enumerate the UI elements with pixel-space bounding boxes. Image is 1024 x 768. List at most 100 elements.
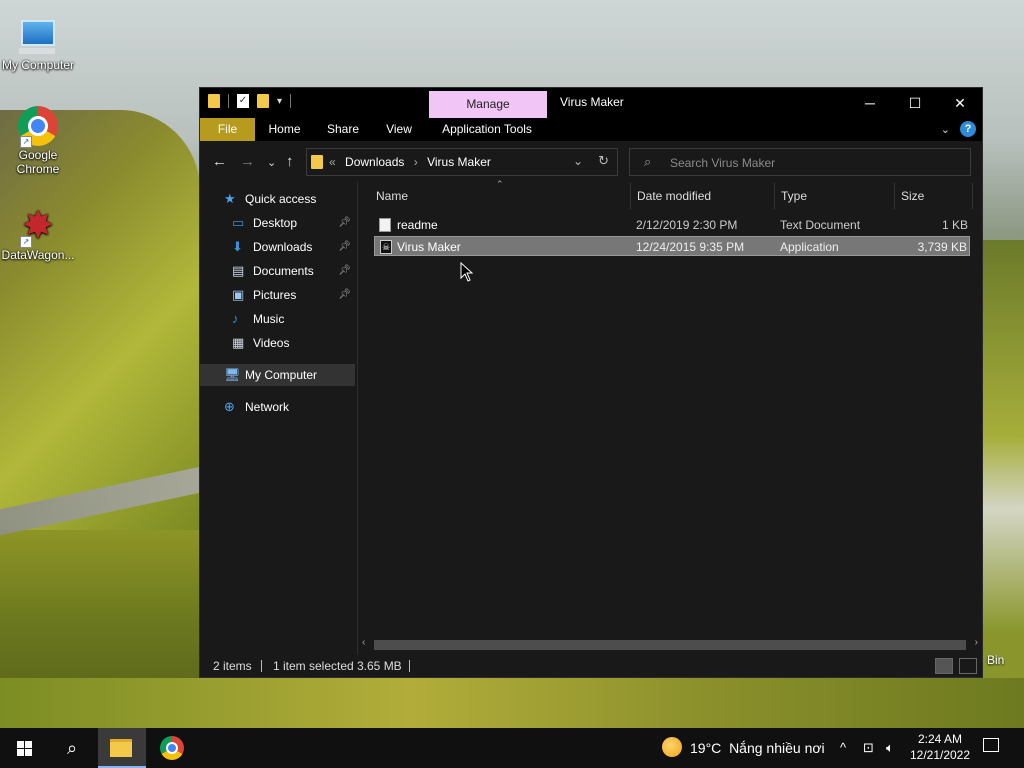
weather-desc: Nắng nhiều nơi: [729, 740, 825, 756]
sidebar-item-desktop[interactable]: ▭ Desktop 📌︎: [200, 212, 355, 234]
desktop-icon-chrome[interactable]: ↗ Google Chrome: [0, 106, 76, 176]
column-divider[interactable]: [774, 183, 775, 209]
column-header-type[interactable]: Type: [781, 187, 807, 205]
sidebar-item-documents[interactable]: ▤ Documents 📌︎: [200, 260, 355, 282]
address-bar[interactable]: « Downloads › Virus Maker ⌄ ↻: [306, 148, 618, 176]
taskbar-chrome[interactable]: [148, 728, 196, 768]
clock-date: 12/21/2022: [909, 748, 971, 762]
divider: [228, 94, 229, 108]
sidebar-item-music[interactable]: ♪ Music: [200, 308, 355, 330]
network-tray-icon[interactable]: ⊡: [863, 728, 874, 768]
search-button[interactable]: ⌕: [48, 728, 96, 768]
desktop-icon-label: My Computer: [1, 58, 75, 72]
search-icon: ⌕: [66, 738, 78, 758]
tab-file[interactable]: File: [200, 118, 255, 141]
breadcrumb-overflow[interactable]: «: [329, 155, 336, 169]
column-divider[interactable]: [894, 183, 895, 209]
sidebar-item-downloads[interactable]: ⬇ Downloads 📌︎: [200, 236, 355, 258]
sidebar-item-pictures[interactable]: ▣ Pictures 📌︎: [200, 284, 355, 306]
sidebar-item-quick-access[interactable]: ★ Quick access: [200, 188, 355, 210]
large-icons-view-button[interactable]: [959, 658, 977, 674]
file-size: 3,739 KB: [917, 240, 967, 254]
chevron-down-icon[interactable]: ⌄: [573, 154, 583, 168]
volume-icon[interactable]: 🔈︎: [886, 728, 894, 768]
notifications-icon[interactable]: [983, 738, 999, 752]
divider: [409, 660, 410, 672]
sidebar-item-my-computer[interactable]: 🖥︎ My Computer: [200, 364, 355, 386]
pin-icon: 📌︎: [338, 289, 351, 300]
desktop-icon-my-computer[interactable]: My Computer: [0, 10, 76, 72]
details-view-button[interactable]: [935, 658, 953, 674]
taskbar-file-explorer[interactable]: [98, 728, 146, 768]
column-header-size[interactable]: Size: [901, 187, 924, 205]
minimize-button[interactable]: ─: [847, 88, 893, 118]
desktop-icon-datawagon[interactable]: ↗ DataWagon...: [0, 206, 76, 262]
file-explorer-icon: [110, 739, 132, 757]
column-header-name[interactable]: Name: [376, 187, 408, 205]
shortcut-arrow-icon: ↗: [20, 136, 32, 148]
recycle-bin-label[interactable]: Bin: [987, 653, 1004, 667]
tab-application-tools[interactable]: Application Tools: [433, 118, 541, 141]
scroll-left-icon[interactable]: ‹: [362, 637, 365, 648]
sidebar-item-label: Music: [253, 312, 285, 326]
status-bar: 2 items 1 item selected 3.65 MB: [200, 655, 982, 677]
network-icon: ⊕: [224, 399, 235, 414]
new-folder-icon[interactable]: [257, 94, 269, 108]
back-button[interactable]: ←: [212, 153, 227, 170]
shortcut-arrow-icon: ↗: [20, 236, 32, 248]
sidebar-item-label: Quick access: [245, 192, 317, 206]
help-icon[interactable]: ?: [960, 121, 976, 137]
column-header-date[interactable]: Date modified: [637, 187, 711, 205]
weather-widget[interactable]: 19°C Nắng nhiều nơi: [662, 728, 825, 768]
desktop-icon-label: DataWagon...: [1, 248, 75, 262]
file-row-readme[interactable]: readme 2/12/2019 2:30 PM Text Document 1…: [374, 215, 970, 235]
clock[interactable]: 2:24 AM 12/21/2022: [905, 731, 975, 763]
column-divider[interactable]: [630, 183, 631, 209]
navigation-bar: ← → ⌄ ↑ « Downloads › Virus Maker ⌄ ↻ ⌕: [200, 141, 982, 181]
tab-home[interactable]: Home: [262, 118, 307, 141]
tab-share[interactable]: Share: [322, 118, 364, 141]
customize-toolbar-icon[interactable]: ▾: [277, 96, 282, 107]
pin-icon: 📌︎: [338, 217, 351, 228]
sidebar-item-network[interactable]: ⊕ Network: [200, 396, 355, 418]
close-button[interactable]: ✕: [937, 88, 983, 118]
show-hidden-icons-chevron-icon[interactable]: ^: [840, 728, 846, 768]
folder-icon[interactable]: [208, 94, 220, 108]
chrome-icon: [160, 736, 184, 760]
sort-ascending-icon: ⌃: [496, 179, 504, 189]
sidebar-item-videos[interactable]: ▦ Videos: [200, 332, 355, 354]
clock-time: 2:24 AM: [917, 732, 963, 746]
ribbon-tabs: File Home Share View Application Tools ⌄…: [200, 118, 982, 141]
up-button[interactable]: ↑: [286, 153, 294, 170]
datawagon-icon: ↗: [18, 206, 58, 248]
desktop-icon: ▭: [232, 215, 245, 230]
breadcrumb-downloads[interactable]: Downloads: [345, 155, 404, 169]
tab-view[interactable]: View: [380, 118, 418, 141]
column-divider[interactable]: [972, 183, 973, 209]
file-row-virus-maker[interactable]: ☠ Virus Maker 12/24/2015 9:35 PM Applica…: [374, 236, 970, 256]
star-icon: ★: [224, 191, 236, 206]
file-name: Virus Maker: [397, 240, 461, 254]
properties-icon[interactable]: ✓: [237, 94, 249, 108]
forward-button[interactable]: →: [240, 153, 255, 170]
maximize-button[interactable]: ☐: [892, 88, 938, 118]
expand-ribbon-icon[interactable]: ⌄: [941, 123, 950, 136]
file-size: 1 KB: [941, 218, 968, 232]
file-type: Text Document: [780, 218, 861, 232]
skull-app-icon: ☠: [380, 240, 392, 254]
tab-manage[interactable]: Manage: [429, 91, 547, 118]
sidebar-item-label: Network: [245, 400, 290, 414]
scrollbar-thumb[interactable]: [374, 640, 966, 650]
recent-locations-button[interactable]: ⌄: [267, 156, 276, 169]
scroll-right-icon[interactable]: ›: [975, 637, 978, 648]
refresh-icon[interactable]: ↻: [598, 153, 609, 169]
breadcrumb-virus-maker[interactable]: Virus Maker: [427, 155, 491, 169]
weather-sun-icon: [662, 737, 682, 758]
title-bar[interactable]: ✓ ▾ Manage Virus Maker ─ ☐ ✕: [200, 88, 982, 118]
start-button[interactable]: [0, 728, 48, 768]
search-icon: ⌕: [644, 154, 652, 169]
search-box[interactable]: ⌕: [629, 148, 971, 176]
computer-icon: 🖥︎: [224, 367, 241, 382]
search-input[interactable]: [668, 153, 962, 173]
horizontal-scrollbar[interactable]: ‹ ›: [358, 636, 982, 653]
